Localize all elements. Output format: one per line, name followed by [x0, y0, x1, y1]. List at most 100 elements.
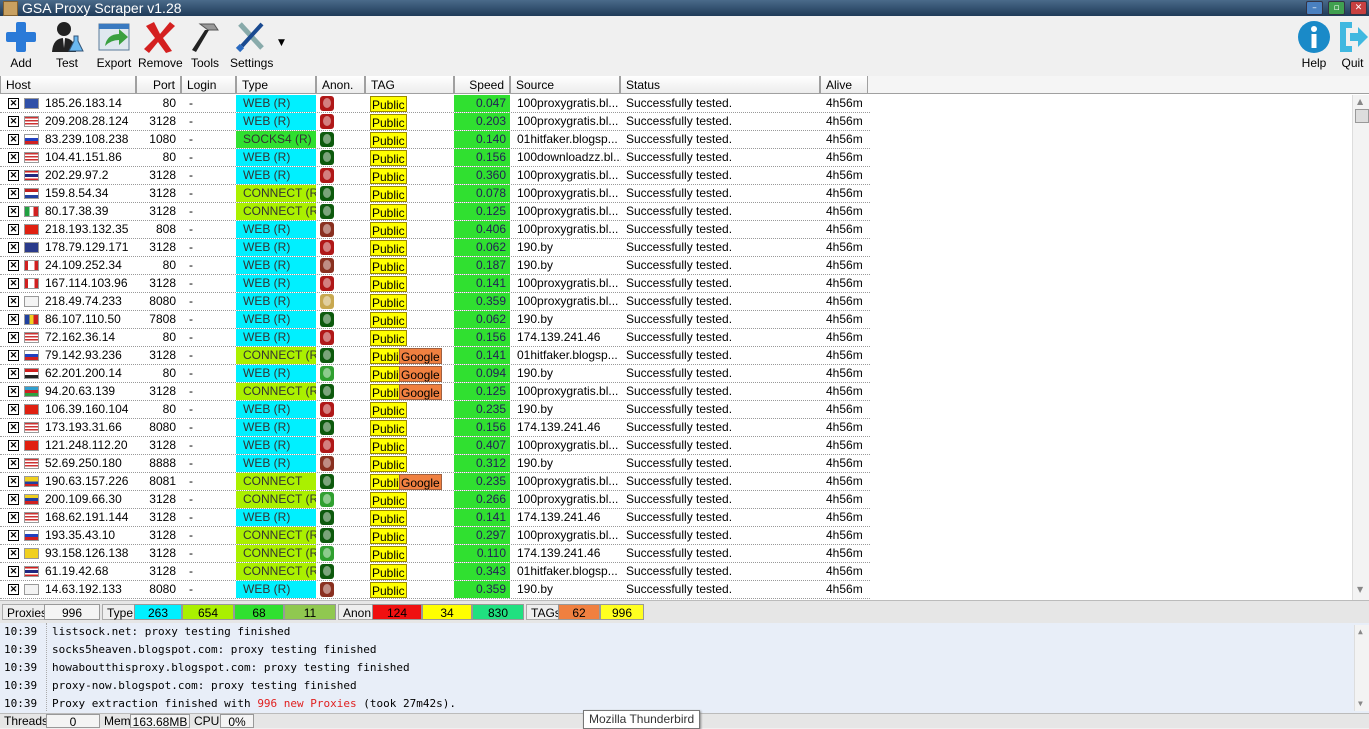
maximize-button[interactable]: ▫ [1328, 1, 1345, 15]
log-scroll-up-icon[interactable]: ▲ [1358, 627, 1363, 636]
status-cell: Successfully tested. [626, 294, 733, 308]
alive-cell: 4h56m [826, 114, 863, 128]
export-button[interactable]: Export [94, 20, 134, 72]
col-header-alive[interactable]: Alive [820, 76, 868, 94]
minimize-button[interactable]: – [1306, 1, 1323, 15]
col-header-status[interactable]: Status [620, 76, 820, 94]
table-row[interactable]: ✕ 94.20.63.139 3128- CONNECT (R) Public Googl… [0, 383, 870, 401]
table-row[interactable]: ✕ 159.8.54.34 3128- CONNECT (R) Public 0.078 1… [0, 185, 870, 203]
col-header-tag[interactable]: TAG [365, 76, 454, 94]
tag-google-badge: Google [399, 348, 442, 364]
table-row[interactable]: ✕ 52.69.250.180 8888- WEB (R) Public 0.312 190… [0, 455, 870, 473]
source-cell: 190.by [517, 582, 554, 596]
table-row[interactable]: ✕ 80.17.38.39 3128- CONNECT (R) Public 0.125 1… [0, 203, 870, 221]
col-header-port[interactable]: Port [136, 76, 181, 94]
table-row[interactable]: ✕ 190.63.157.226 8081- CONNECT Public Google 0… [0, 473, 870, 491]
row-checkbox[interactable]: ✕ [8, 224, 19, 235]
log-scrollbar[interactable]: ▲ ▼ [1354, 625, 1369, 711]
col-header-login[interactable]: Login [181, 76, 236, 94]
table-row[interactable]: ✕ 200.109.66.30 3128- CONNECT (R) Public 0.26… [0, 491, 870, 509]
login-cell: - [189, 132, 193, 146]
row-checkbox[interactable]: ✕ [8, 530, 19, 541]
test-button[interactable]: Test [48, 20, 86, 72]
table-row[interactable]: ✕ 167.114.103.96 3128- WEB (R) Public 0.141 10… [0, 275, 870, 293]
flag-ca-icon [24, 260, 39, 271]
table-row[interactable]: ✕ 173.193.31.66 8080- WEB (R) Public 0.156 174… [0, 419, 870, 437]
row-checkbox[interactable]: ✕ [8, 206, 19, 217]
row-checkbox[interactable]: ✕ [8, 296, 19, 307]
add-button[interactable]: Add [2, 20, 40, 72]
table-row[interactable]: ✕ 62.201.200.14 80- WEB (R) Public Google 0.09… [0, 365, 870, 383]
col-header-anon[interactable]: Anon. [316, 76, 365, 94]
table-row[interactable]: ✕ 24.109.252.34 80- WEB (R) Public 0.187 190.b… [0, 257, 870, 275]
speed-cell: 0.125 [454, 383, 510, 400]
row-checkbox[interactable]: ✕ [8, 170, 19, 181]
row-checkbox[interactable]: ✕ [8, 476, 19, 487]
quit-button[interactable]: Quit [1336, 20, 1369, 72]
table-row[interactable]: ✕ 61.19.42.68 3128- CONNECT (R) Public 0.343 0… [0, 563, 870, 581]
settings-dropdown-arrow-icon[interactable]: ▼ [278, 38, 285, 48]
tag-google-badge: Google [399, 366, 442, 382]
row-checkbox[interactable]: ✕ [8, 152, 19, 163]
row-checkbox[interactable]: ✕ [8, 332, 19, 343]
row-checkbox[interactable]: ✕ [8, 350, 19, 361]
table-row[interactable]: ✕ 202.29.97.2 3128- WEB (R) Public 0.360 100pr… [0, 167, 870, 185]
table-row[interactable]: ✕ 178.79.129.171 3128- WEB (R) Public 0.062 19… [0, 239, 870, 257]
table-row[interactable]: ✕ 185.26.183.14 80- WEB (R) Public 0.047 100pr… [0, 95, 870, 113]
table-row[interactable]: ✕ 72.162.36.14 80- WEB (R) Public 0.156 174.13… [0, 329, 870, 347]
table-row[interactable]: ✕ 209.208.28.124 3128- WEB (R) Public 0.203 10… [0, 113, 870, 131]
col-header-host[interactable]: Host [0, 76, 136, 94]
row-checkbox[interactable]: ✕ [8, 548, 19, 559]
table-row[interactable]: ✕ 79.142.93.236 3128- CONNECT (R) Public Goog… [0, 347, 870, 365]
row-checkbox[interactable]: ✕ [8, 566, 19, 577]
table-row[interactable]: ✕ 193.35.43.10 3128- CONNECT (R) Public 0.297… [0, 527, 870, 545]
row-checkbox[interactable]: ✕ [8, 440, 19, 451]
row-checkbox[interactable]: ✕ [8, 368, 19, 379]
cpu-value: 0% [220, 714, 254, 729]
col-header-source[interactable]: Source [510, 76, 620, 94]
table-row[interactable]: ✕ 218.193.132.35 808- WEB (R) Public 0.406 100… [0, 221, 870, 239]
col-header-speed[interactable]: Speed [454, 76, 510, 94]
row-checkbox[interactable]: ✕ [8, 278, 19, 289]
table-row[interactable]: ✕ 83.239.108.238 1080- SOCKS4 (R) Public 0.14… [0, 131, 870, 149]
table-row[interactable]: ✕ 14.63.192.133 8080- WEB (R) Public 0.359 190… [0, 581, 870, 599]
row-checkbox[interactable]: ✕ [8, 584, 19, 595]
row-checkbox[interactable]: ✕ [8, 512, 19, 523]
anon-green-icon [320, 132, 334, 147]
port-cell: 3128 [149, 546, 176, 560]
source-cell: 100proxygratis.bl... [517, 168, 619, 182]
col-header-type[interactable]: Type [236, 76, 316, 94]
source-cell: 01hitfaker.blogsp... [517, 132, 618, 146]
tools-button[interactable]: Tools [188, 20, 222, 72]
table-row[interactable]: ✕ 104.41.151.86 80- WEB (R) Public 0.156 100do… [0, 149, 870, 167]
row-checkbox[interactable]: ✕ [8, 404, 19, 415]
port-cell: 3128 [149, 114, 176, 128]
row-checkbox[interactable]: ✕ [8, 260, 19, 271]
row-checkbox[interactable]: ✕ [8, 314, 19, 325]
table-row[interactable]: ✕ 168.62.191.144 3128- WEB (R) Public 0.141 17… [0, 509, 870, 527]
row-checkbox[interactable]: ✕ [8, 458, 19, 469]
table-row[interactable]: ✕ 93.158.126.138 3128- CONNECT (R) Public 0.1… [0, 545, 870, 563]
log-scroll-down-icon[interactable]: ▼ [1358, 699, 1363, 708]
row-checkbox[interactable]: ✕ [8, 494, 19, 505]
remove-button[interactable]: Remove [138, 20, 183, 72]
row-checkbox[interactable]: ✕ [8, 422, 19, 433]
table-scrollbar[interactable]: ▲ ▼ [1352, 95, 1369, 600]
table-row[interactable]: ✕ 121.248.112.20 3128- WEB (R) Public 0.407 10… [0, 437, 870, 455]
row-checkbox[interactable]: ✕ [8, 242, 19, 253]
row-checkbox[interactable]: ✕ [8, 98, 19, 109]
scroll-up-icon[interactable]: ▲ [1357, 97, 1363, 106]
row-checkbox[interactable]: ✕ [8, 134, 19, 145]
close-button[interactable]: ✕ [1350, 1, 1367, 15]
table-row[interactable]: ✕ 106.39.160.104 80- WEB (R) Public 0.235 190.… [0, 401, 870, 419]
tag-public-badge: Public [370, 222, 407, 238]
settings-button[interactable]: Settings [230, 20, 273, 72]
scroll-thumb[interactable] [1355, 109, 1369, 123]
row-checkbox[interactable]: ✕ [8, 116, 19, 127]
row-checkbox[interactable]: ✕ [8, 386, 19, 397]
scroll-down-icon[interactable]: ▼ [1357, 585, 1363, 594]
table-row[interactable]: ✕ 86.107.110.50 7808- WEB (R) Public 0.062 190… [0, 311, 870, 329]
row-checkbox[interactable]: ✕ [8, 188, 19, 199]
help-button[interactable]: Help [1296, 20, 1332, 72]
table-row[interactable]: ✕ 218.49.74.233 8080- WEB (R) Public 0.359 100… [0, 293, 870, 311]
